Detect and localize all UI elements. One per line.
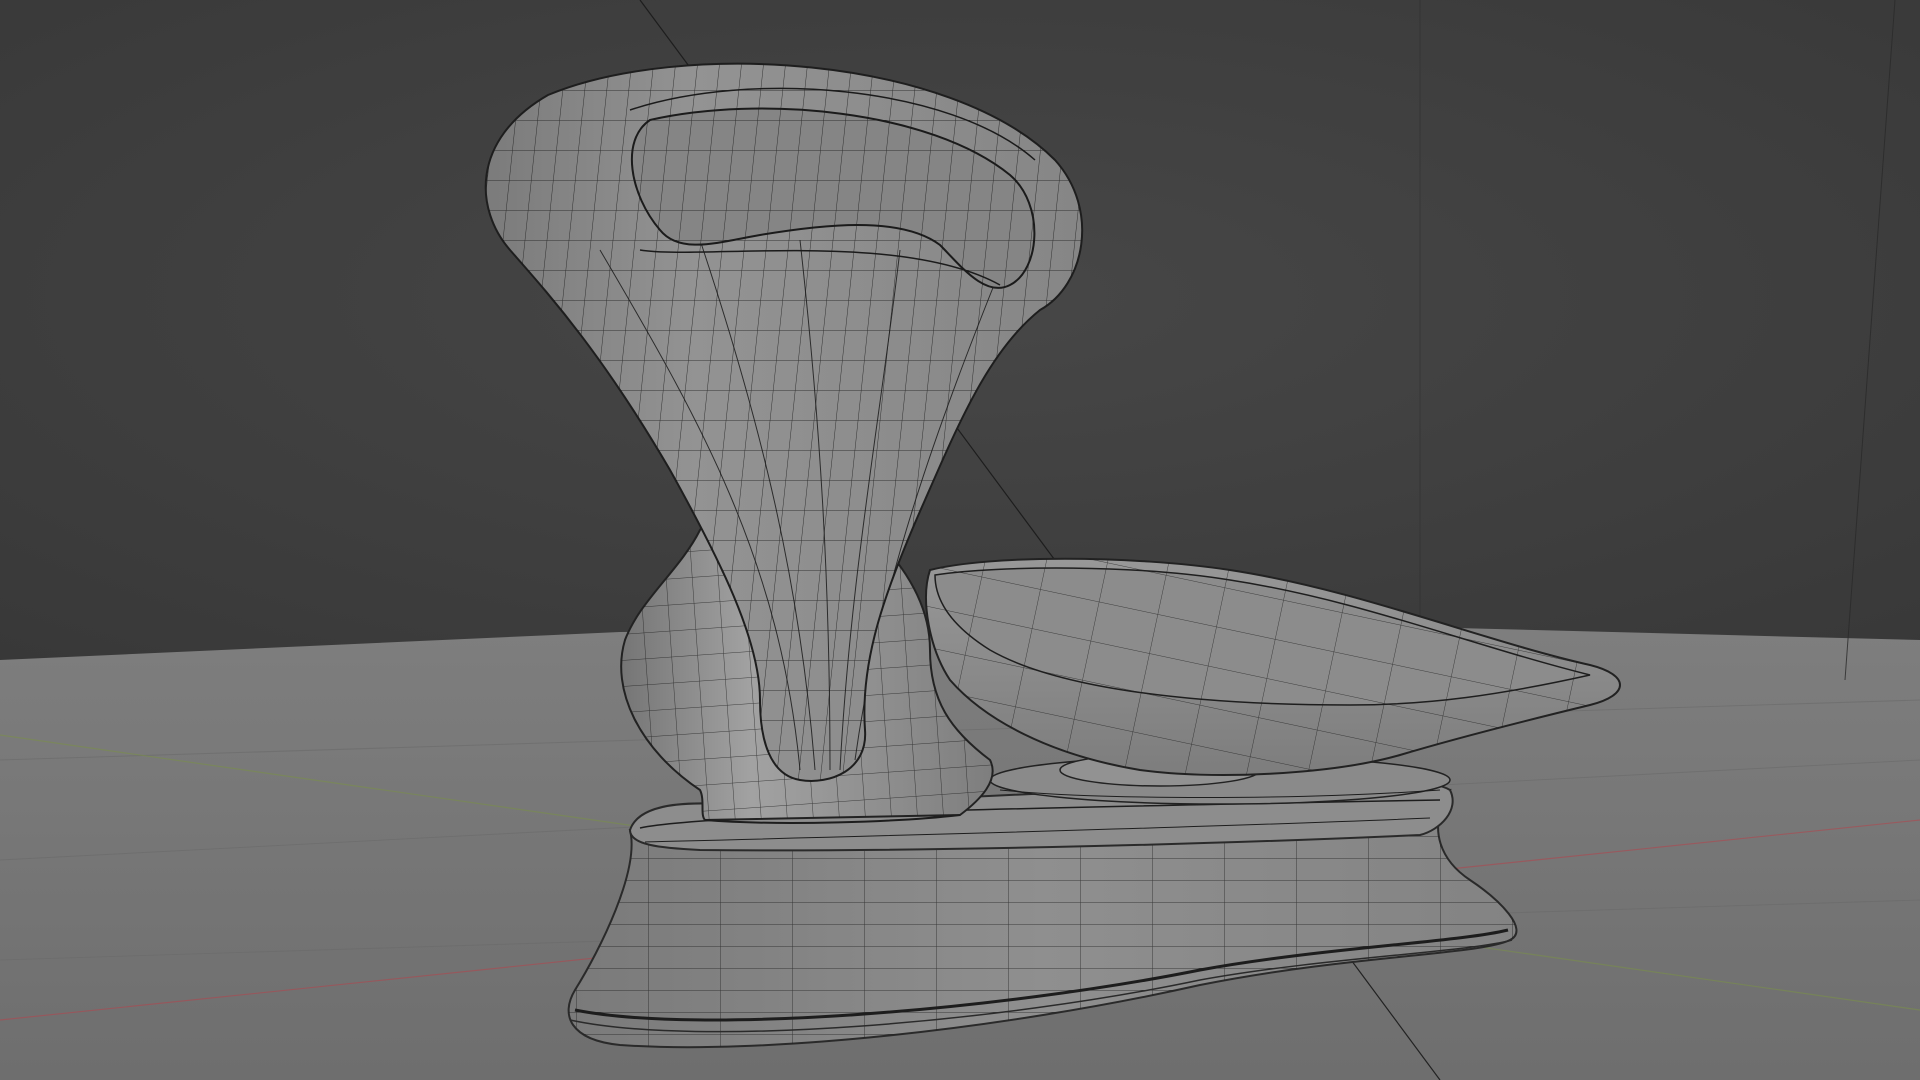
3d-viewport[interactable] bbox=[0, 0, 1920, 1080]
viewport-canvas[interactable] bbox=[0, 0, 1920, 1080]
